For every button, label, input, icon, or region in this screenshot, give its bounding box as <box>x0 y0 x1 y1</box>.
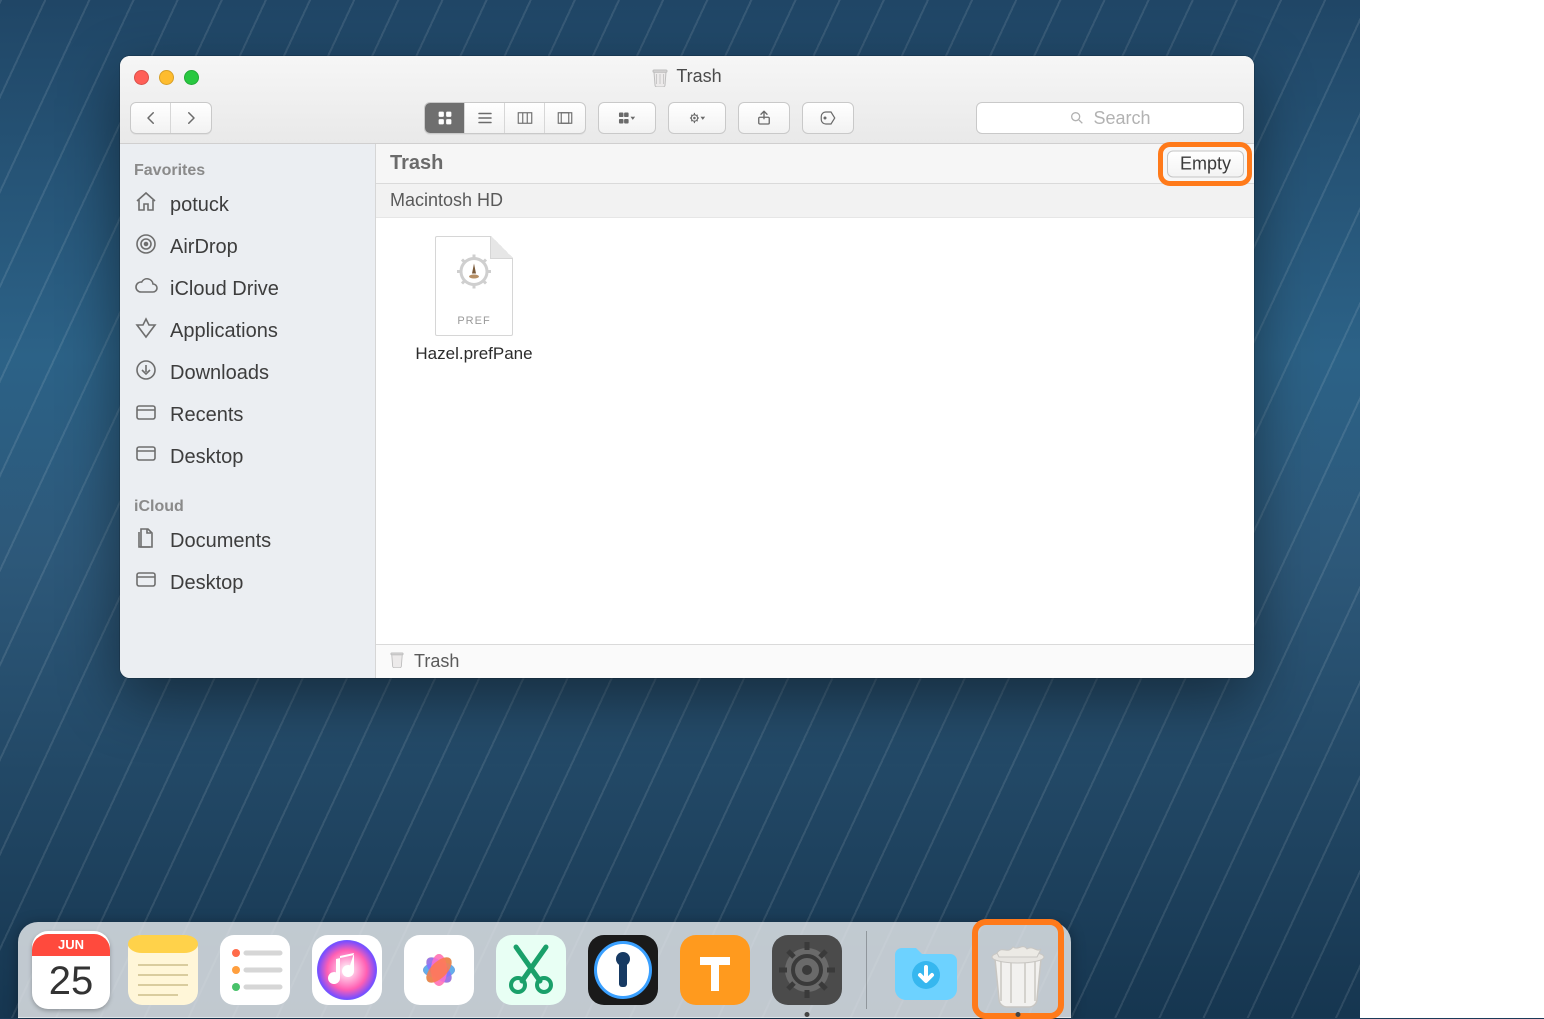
view-mode-segment <box>424 102 586 134</box>
sidebar-item-label: Documents <box>170 530 271 553</box>
gear-icon <box>454 252 494 297</box>
desktop-icon <box>134 568 158 598</box>
location-label: Trash <box>390 152 443 175</box>
search-placeholder: Search <box>1093 108 1150 129</box>
file-name: Hazel.prefPane <box>404 344 544 364</box>
group-by-button[interactable] <box>598 102 656 134</box>
action-menu-button[interactable] <box>668 102 726 134</box>
sidebar-item-home[interactable]: potuck <box>120 184 375 226</box>
path-bar[interactable]: Trash <box>376 644 1254 678</box>
sidebar-item-label: Applications <box>170 320 278 343</box>
dock-photos-icon[interactable] <box>400 931 478 1009</box>
dock: JUN 25 <box>18 922 1071 1018</box>
dock-notes-icon[interactable] <box>124 931 202 1009</box>
forward-button[interactable] <box>171 103 211 133</box>
search-field[interactable]: Search <box>976 102 1244 134</box>
sidebar-item-label: iCloud Drive <box>170 278 279 301</box>
running-indicator <box>805 1012 810 1017</box>
sidebar[interactable]: Favorites potuck AirDrop iCloud Drive Ap… <box>120 144 376 678</box>
download-icon <box>134 358 158 388</box>
path-label: Trash <box>414 651 459 672</box>
dock-separator <box>866 931 867 1009</box>
sidebar-item-desktop-icloud[interactable]: Desktop <box>120 562 375 604</box>
gallery-view-button[interactable] <box>545 103 585 133</box>
sidebar-item-label: potuck <box>170 194 229 217</box>
trash-icon <box>390 650 404 673</box>
dock-system-preferences-icon[interactable] <box>768 931 846 1009</box>
prefpane-file-icon: PREF <box>435 236 513 336</box>
finder-window: Trash <box>120 56 1254 678</box>
nav-back-forward <box>130 102 212 134</box>
dock-1password-icon[interactable] <box>584 931 662 1009</box>
dock-trash-icon[interactable] <box>979 931 1057 1009</box>
running-indicator <box>1016 1012 1021 1017</box>
window-title-text: Trash <box>676 66 721 87</box>
location-bar: Trash Empty <box>376 144 1254 184</box>
file-badge: PREF <box>436 315 512 327</box>
calendar-month: JUN <box>32 934 110 956</box>
column-view-button[interactable] <box>505 103 545 133</box>
sidebar-item-downloads[interactable]: Downloads <box>120 352 375 394</box>
desktop-icon <box>134 442 158 472</box>
dock-screenshot-icon[interactable] <box>492 931 570 1009</box>
share-button[interactable] <box>738 102 790 134</box>
sidebar-header-icloud: iCloud <box>120 492 375 520</box>
volume-header: Macintosh HD <box>376 184 1254 218</box>
file-item[interactable]: PREF Hazel.prefPane <box>404 236 544 364</box>
empty-trash-button[interactable]: Empty <box>1167 150 1244 177</box>
dock-itunes-icon[interactable] <box>308 931 386 1009</box>
applications-icon <box>134 316 158 346</box>
sidebar-item-documents[interactable]: Documents <box>120 520 375 562</box>
titlebar: Trash <box>120 56 1254 144</box>
window-title: Trash <box>120 66 1254 87</box>
icon-view-button[interactable] <box>425 103 465 133</box>
sidebar-item-applications[interactable]: Applications <box>120 310 375 352</box>
home-icon <box>134 190 158 220</box>
sidebar-item-icloud-drive[interactable]: iCloud Drive <box>120 268 375 310</box>
dock-area: JUN 25 <box>0 898 1544 1018</box>
dock-reminders-icon[interactable] <box>216 931 294 1009</box>
sidebar-item-airdrop[interactable]: AirDrop <box>120 226 375 268</box>
dock-calendar-icon[interactable]: JUN 25 <box>32 931 110 1009</box>
sidebar-header-favorites: Favorites <box>120 156 375 184</box>
toolbar: Search <box>130 98 1244 138</box>
sidebar-item-label: Desktop <box>170 446 243 469</box>
sidebar-item-label: Downloads <box>170 362 269 385</box>
list-view-button[interactable] <box>465 103 505 133</box>
airdrop-icon <box>134 232 158 262</box>
sidebar-item-label: Recents <box>170 404 243 427</box>
tags-button[interactable] <box>802 102 854 134</box>
back-button[interactable] <box>131 103 171 133</box>
calendar-day: 25 <box>49 956 94 1006</box>
documents-icon <box>134 526 158 556</box>
sidebar-item-label: AirDrop <box>170 236 238 259</box>
trash-icon <box>652 67 668 87</box>
volume-label: Macintosh HD <box>390 190 503 211</box>
recents-icon <box>134 400 158 430</box>
sidebar-item-label: Desktop <box>170 572 243 595</box>
cloud-icon <box>134 274 158 304</box>
crop-edge <box>1360 0 1544 1018</box>
file-grid[interactable]: PREF Hazel.prefPane <box>376 218 1254 644</box>
dock-tweetbot-icon[interactable] <box>676 931 754 1009</box>
content-area: Trash Empty Macintosh HD <box>376 144 1254 678</box>
search-icon <box>1069 110 1085 126</box>
sidebar-item-desktop[interactable]: Desktop <box>120 436 375 478</box>
sidebar-item-recents[interactable]: Recents <box>120 394 375 436</box>
dock-downloads-folder-icon[interactable] <box>887 931 965 1009</box>
